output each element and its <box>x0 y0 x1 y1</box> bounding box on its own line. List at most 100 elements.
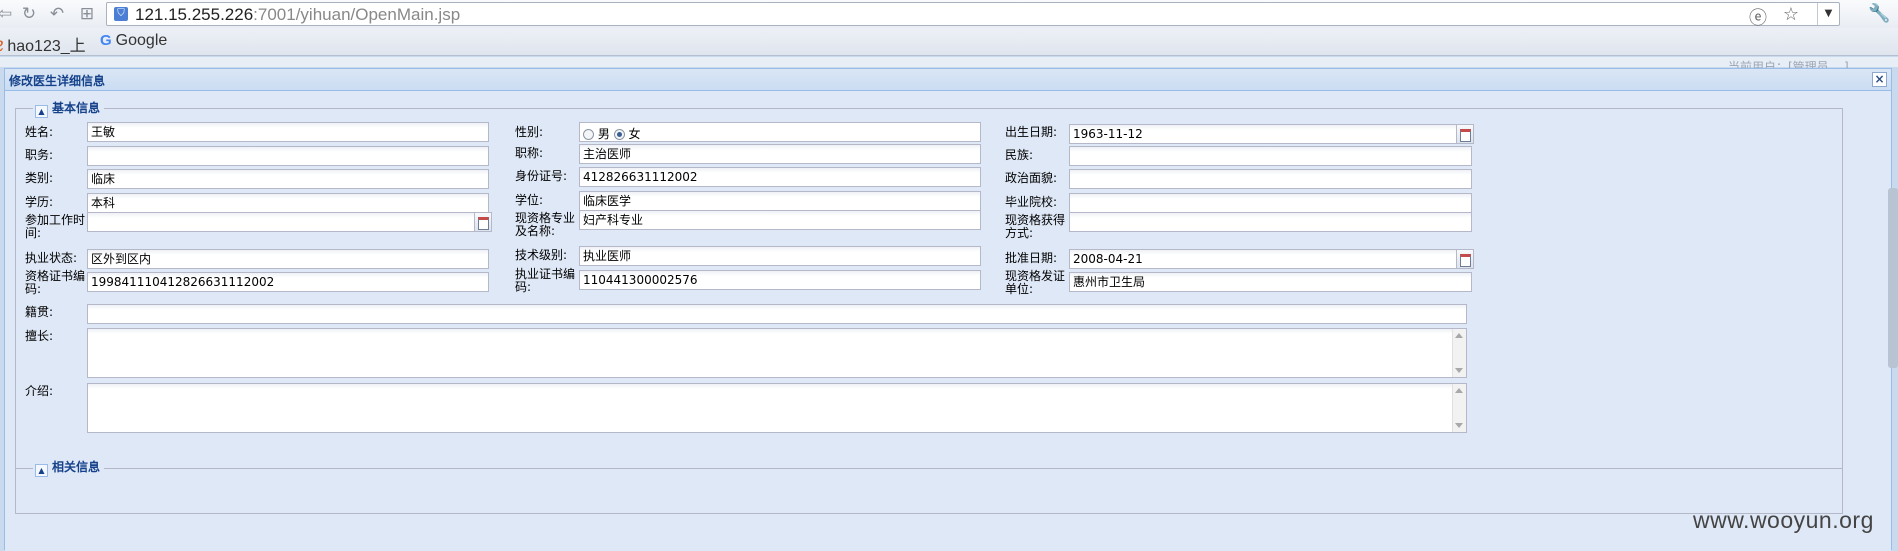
edit-doctor-dialog: 修改医生详细信息 × ▲ 基本信息 姓名: 王敏 性别: 男 女 出生日期: 19… <box>4 68 1892 551</box>
political-field[interactable] <box>1069 169 1472 189</box>
address-bar[interactable]: ⛉ 121.15.255.226:7001/yihuan/OpenMain.js… <box>106 2 1840 29</box>
dialog-body: ▲ 基本信息 姓名: 王敏 性别: 男 女 出生日期: 1963-11-12 职务… <box>5 92 1891 551</box>
watermark-text: www.wooyun.org <box>1693 507 1874 533</box>
page-scrollbar[interactable] <box>1888 188 1898 368</box>
hao123-icon: ℓ <box>0 38 3 55</box>
title-label: 职称: <box>515 146 544 160</box>
undo-icon[interactable]: ↶ <box>46 3 68 25</box>
intro-scrollbar[interactable] <box>1452 384 1466 432</box>
specialty-label: 擅长: <box>25 329 54 343</box>
related-info-fieldset <box>15 468 1843 508</box>
bookmark-google[interactable]: G Google <box>100 32 167 50</box>
intro-textarea[interactable] <box>87 383 1467 433</box>
back-icon[interactable]: ⇦ <box>0 3 16 25</box>
issuer-label-line1: 现资格发证 <box>1005 269 1066 283</box>
gender-label: 性别: <box>515 125 544 139</box>
qual-specialty-field[interactable]: 妇产科专业 <box>579 210 981 230</box>
qual-specialty-label: 现资格专业 及名称: <box>515 212 575 238</box>
gender-radio-group: 男 女 <box>579 122 981 142</box>
work-start-label-line2: 间: <box>25 226 42 240</box>
collapse-icon[interactable]: ▲ <box>35 464 48 477</box>
duty-label: 职务: <box>25 148 54 162</box>
close-icon[interactable]: × <box>1872 72 1887 87</box>
apps-icon[interactable]: ⊞ <box>76 3 98 25</box>
name-label: 姓名: <box>25 125 54 139</box>
dialog-header[interactable]: 修改医生详细信息 × <box>5 69 1891 91</box>
id-number-field[interactable]: 412826631112002 <box>579 167 981 187</box>
issuer-label: 现资格发证 单位: <box>1005 270 1065 296</box>
school-field[interactable] <box>1069 193 1472 213</box>
birth-date-calendar-icon[interactable] <box>1457 124 1474 144</box>
specialty-scrollbar[interactable] <box>1452 329 1466 377</box>
address-dropdown-icon[interactable]: ▼ <box>1817 3 1839 25</box>
qual-cert-label-line1: 资格证书编 <box>25 269 86 283</box>
political-label: 政治面貌: <box>1005 171 1058 185</box>
qual-obtain-label-line1: 现资格获得 <box>1005 213 1066 227</box>
id-number-label: 身份证号: <box>515 169 568 183</box>
related-info-legend[interactable]: ▲ 相关信息 <box>33 459 105 477</box>
birth-date-field[interactable]: 1963-11-12 <box>1069 124 1457 144</box>
work-start-field[interactable] <box>87 212 475 232</box>
category-label: 类别: <box>25 171 54 185</box>
wrench-icon[interactable]: 🔧 <box>1868 3 1890 24</box>
gender-female-label: 女 <box>628 127 641 141</box>
scroll-down-icon[interactable] <box>1455 423 1463 428</box>
reload-icon[interactable]: ↻ <box>18 3 40 25</box>
specialty-textarea[interactable] <box>87 328 1467 378</box>
work-start-label-line1: 参加工作时 <box>25 213 86 227</box>
practice-cert-field[interactable]: 110441300002576 <box>579 270 981 290</box>
duty-field[interactable] <box>87 146 489 166</box>
qual-obtain-field[interactable] <box>1069 212 1472 232</box>
collapse-icon[interactable]: ▲ <box>35 105 48 118</box>
tech-level-field[interactable]: 执业医师 <box>579 246 981 266</box>
degree-field[interactable]: 临床医学 <box>579 191 981 211</box>
qual-cert-field[interactable]: 199841110412826631112002 <box>87 272 489 292</box>
qual-cert-label-line2: 码: <box>25 282 42 296</box>
name-field[interactable]: 王敏 <box>87 122 489 142</box>
practice-cert-label-line2: 码: <box>515 280 532 294</box>
intro-label: 介绍: <box>25 384 54 398</box>
qual-specialty-label-line1: 现资格专业 <box>515 211 576 225</box>
bookmark-hao123[interactable]: ℓhao123_上 <box>0 32 86 56</box>
bookmarks-bar: ℓhao123_上 GGoogle <box>0 28 1898 56</box>
approve-date-label: 批准日期: <box>1005 251 1058 265</box>
qual-obtain-label: 现资格获得 方式: <box>1005 214 1065 240</box>
approve-date-field[interactable]: 2008-04-21 <box>1069 249 1457 269</box>
native-place-label: 籍贯: <box>25 305 54 319</box>
gender-female-radio[interactable] <box>613 129 625 140</box>
title-field[interactable]: 主治医师 <box>579 144 981 164</box>
practice-status-label: 执业状态: <box>25 251 78 265</box>
basic-info-title: 基本信息 <box>52 101 101 115</box>
compat-mode-icon[interactable]: ⓔ <box>1749 4 1767 30</box>
basic-info-legend[interactable]: ▲ 基本信息 <box>33 100 105 118</box>
dialog-title: 修改医生详细信息 <box>9 74 106 88</box>
scroll-up-icon[interactable] <box>1455 333 1463 338</box>
nation-label: 民族: <box>1005 148 1034 162</box>
school-label: 毕业院校: <box>1005 195 1058 209</box>
nation-field[interactable] <box>1069 146 1472 166</box>
qual-obtain-label-line2: 方式: <box>1005 226 1034 240</box>
work-start-calendar-icon[interactable] <box>475 212 492 232</box>
related-info-title: 相关信息 <box>52 460 101 474</box>
qual-cert-label: 资格证书编 码: <box>25 270 85 296</box>
approve-date-calendar-icon[interactable] <box>1457 249 1474 269</box>
tech-level-label: 技术级别: <box>515 248 568 262</box>
site-shield-icon: ⛉ <box>114 7 128 21</box>
education-label: 学历: <box>25 195 54 209</box>
scroll-up-icon[interactable] <box>1455 388 1463 393</box>
google-icon: G <box>100 32 112 49</box>
gender-male-radio[interactable] <box>583 129 594 140</box>
gender-male-label: 男 <box>597 127 610 141</box>
qual-specialty-label-line2: 及名称: <box>515 224 556 238</box>
category-field[interactable]: 临床 <box>87 169 489 189</box>
issuer-field[interactable]: 惠州市卫生局 <box>1069 272 1472 292</box>
page-background <box>0 57 1898 67</box>
native-place-field[interactable] <box>87 304 1467 324</box>
issuer-label-line2: 单位: <box>1005 282 1034 296</box>
practice-status-field[interactable]: 区外到区内 <box>87 249 489 269</box>
url-text[interactable]: 121.15.255.226:7001/yihuan/OpenMain.jsp <box>135 5 460 25</box>
bookmark-star-icon[interactable]: ☆ <box>1783 4 1799 25</box>
education-field[interactable]: 本科 <box>87 193 489 213</box>
birth-date-label: 出生日期: <box>1005 125 1058 139</box>
scroll-down-icon[interactable] <box>1455 368 1463 373</box>
